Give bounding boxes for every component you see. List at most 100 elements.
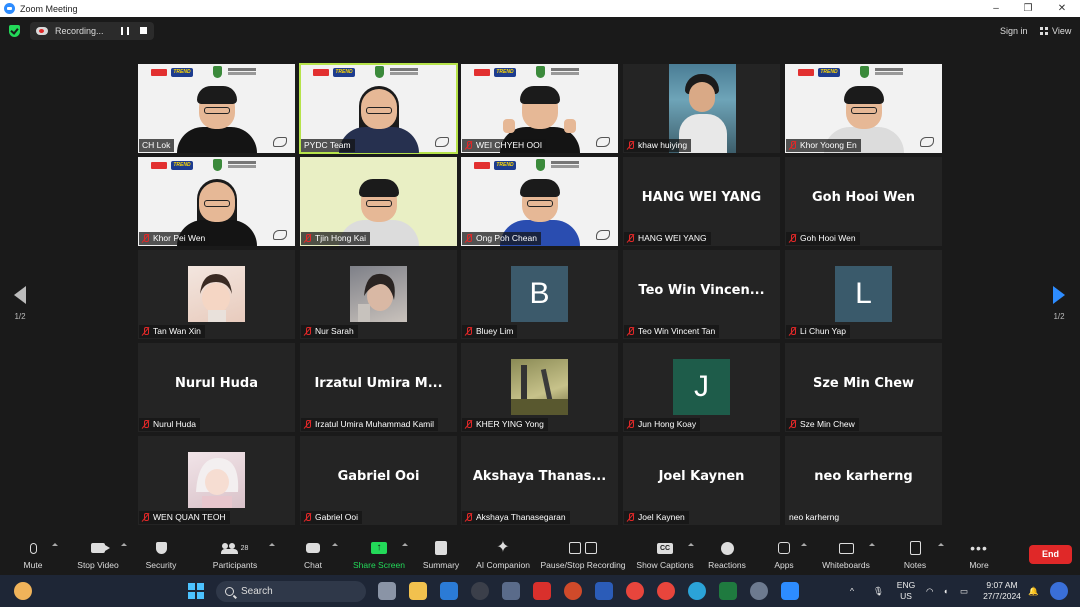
- event-banner: TREND: [461, 64, 618, 84]
- participant-tile-khor-yoong-en[interactable]: TREND Khor Yoong En: [785, 64, 942, 153]
- participant-name: KHER YING Yong: [462, 418, 548, 431]
- participant-tile-goh-hooi-wen[interactable]: Goh Hooi Wen Goh Hooi Wen: [785, 157, 942, 246]
- participant-tile-kher-ying-yong[interactable]: KHER YING Yong: [461, 343, 618, 432]
- participant-tile-gabriel-ooi[interactable]: Gabriel Ooi Gabriel Ooi: [300, 436, 457, 525]
- event-banner: TREND: [138, 64, 295, 84]
- mute-options-caret[interactable]: [52, 543, 58, 546]
- participant-tile-khor-pei-wen[interactable]: TREND Khor Pei Wen: [138, 157, 295, 246]
- apps-button[interactable]: Apps: [771, 539, 797, 573]
- stop-recording-icon[interactable]: [140, 27, 147, 34]
- language-indicator[interactable]: ENG US: [893, 580, 919, 602]
- edge-icon[interactable]: [688, 582, 706, 600]
- participant-tile-hang-wei-yang[interactable]: HANG WEI YANG HANG WEI YANG: [623, 157, 780, 246]
- settings-gear-icon[interactable]: [750, 582, 768, 600]
- participant-tile-akshaya-thanasegaran[interactable]: Akshaya Thanas... Akshaya Thanasegaran: [461, 436, 618, 525]
- volume-icon[interactable]: ◖: [943, 586, 948, 597]
- chrome-icon[interactable]: [626, 582, 644, 600]
- participants-button[interactable]: 28 Participants: [209, 539, 261, 573]
- apps-options-caret[interactable]: [801, 543, 807, 546]
- maximize-button[interactable]: ❐: [1012, 0, 1044, 17]
- participant-tile-jun-hong-koay[interactable]: J Jun Hong Koay: [623, 343, 780, 432]
- participant-name: Tjin Hong Kai: [301, 232, 371, 245]
- encryption-shield-icon[interactable]: [9, 25, 20, 37]
- participant-display-name: neo karherng: [814, 469, 913, 484]
- end-meeting-button[interactable]: End: [1029, 545, 1072, 564]
- summary-button[interactable]: Summary: [421, 539, 461, 573]
- mute-button[interactable]: Mute: [19, 539, 47, 573]
- view-button[interactable]: View: [1040, 26, 1071, 36]
- file-explorer-icon[interactable]: [409, 582, 427, 600]
- powerpoint-icon[interactable]: [564, 582, 582, 600]
- battery-icon[interactable]: ▭: [960, 586, 968, 597]
- task-view-icon[interactable]: [378, 582, 396, 600]
- word-icon[interactable]: [595, 582, 613, 600]
- acrobat-icon[interactable]: [533, 582, 551, 600]
- copilot-icon[interactable]: [1050, 582, 1068, 600]
- prev-page-button[interactable]: 1/2: [8, 286, 32, 321]
- chrome-profile-icon[interactable]: [657, 582, 675, 600]
- participant-tile-bluey-lim[interactable]: B Bluey Lim: [461, 250, 618, 339]
- participant-name: PYDC Team: [301, 139, 355, 152]
- notes-button[interactable]: Notes: [901, 539, 929, 573]
- event-logo-mark: [273, 230, 287, 240]
- reactions-button[interactable]: Reactions: [707, 539, 747, 573]
- participant-tile-khaw-huiying[interactable]: khaw huiying: [623, 64, 780, 153]
- participant-tile-li-chun-yap[interactable]: L Li Chun Yap: [785, 250, 942, 339]
- close-button[interactable]: ✕: [1046, 0, 1078, 17]
- participant-tile-nurul-huda[interactable]: Nurul Huda Nurul Huda: [138, 343, 295, 432]
- sign-in-link[interactable]: Sign in: [1000, 26, 1028, 36]
- participant-tile-wen-quan-teoh[interactable]: WEN QUAN TEOH: [138, 436, 295, 525]
- microphone-tray-icon[interactable]: 🎙: [873, 586, 884, 597]
- pause-stop-recording-button[interactable]: Pause/Stop Recording: [540, 539, 626, 573]
- security-button[interactable]: Security: [142, 539, 180, 573]
- participant-tile-pydc-team[interactable]: TREND PYDC Team: [299, 63, 458, 154]
- participant-tile-tan-wan-xin[interactable]: Tan Wan Xin: [138, 250, 295, 339]
- system-clock[interactable]: 9:07 AM 27/7/2024: [978, 580, 1026, 602]
- more-button[interactable]: ••• More: [965, 539, 993, 573]
- wifi-icon[interactable]: ◠: [926, 586, 933, 597]
- share-options-caret[interactable]: [402, 543, 408, 546]
- captions-options-caret[interactable]: [688, 543, 694, 546]
- whiteboards-button[interactable]: Whiteboards: [820, 539, 872, 573]
- participant-tile-ong-poh-chean[interactable]: TREND Ong Poh Chean: [461, 157, 618, 246]
- mic-muted-icon: [304, 513, 311, 522]
- participants-options-caret[interactable]: [269, 543, 275, 546]
- stop-video-button[interactable]: Stop Video: [74, 539, 122, 573]
- notepad-icon[interactable]: [440, 582, 458, 600]
- participant-tile-sze-min-chew[interactable]: Sze Min Chew Sze Min Chew: [785, 343, 942, 432]
- mic-muted-icon: [465, 420, 472, 429]
- notes-options-caret[interactable]: [938, 543, 944, 546]
- media-player-icon[interactable]: [471, 582, 489, 600]
- pause-recording-icon[interactable]: [121, 27, 129, 35]
- participant-tile-nur-sarah[interactable]: Nur Sarah: [300, 250, 457, 339]
- event-logo-mark: [273, 137, 287, 147]
- share-screen-button[interactable]: ↑ Share Screen: [352, 539, 406, 573]
- participant-tile-ch-lok[interactable]: TREND CH Lok: [138, 64, 295, 153]
- taskbar-search[interactable]: Search: [216, 581, 366, 602]
- chevron-up-icon[interactable]: ^: [850, 586, 854, 597]
- profile-picture: [188, 452, 245, 508]
- minimize-button[interactable]: –: [980, 0, 1012, 17]
- notification-bell-icon[interactable]: 🔔: [1028, 586, 1039, 597]
- participant-tile-joel-kaynen[interactable]: Joel Kaynen Joel Kaynen: [623, 436, 780, 525]
- participant-tile-teo-win-vincent-tan[interactable]: Teo Win Vincen... Teo Win Vincent Tan: [623, 250, 780, 339]
- participant-display-name: HANG WEI YANG: [641, 190, 762, 205]
- chat-button[interactable]: Chat: [298, 539, 328, 573]
- show-captions-button[interactable]: CC Show Captions: [636, 539, 694, 573]
- whiteboards-options-caret[interactable]: [869, 543, 875, 546]
- ai-companion-button[interactable]: ✦ AI Companion: [474, 539, 532, 573]
- participant-tile-neo-karherng[interactable]: neo karherng neo karherng: [785, 436, 942, 525]
- excel-icon[interactable]: [719, 582, 737, 600]
- event-banner: TREND: [785, 64, 942, 84]
- weather-widget-icon[interactable]: [14, 582, 32, 600]
- participant-tile-irzatul-umira[interactable]: Irzatul Umira M... Irzatul Umira Muhamma…: [300, 343, 457, 432]
- participant-tile-tjin-hong-kai[interactable]: Tjin Hong Kai: [300, 157, 457, 246]
- calculator-icon[interactable]: [502, 582, 520, 600]
- participant-tile-wei-chyeh-ooi[interactable]: TREND WEI CHYEH OOI: [461, 64, 618, 153]
- participant-name: WEI CHYEH OOI: [462, 139, 547, 152]
- zoom-taskbar-icon[interactable]: [781, 582, 799, 600]
- chat-options-caret[interactable]: [332, 543, 338, 546]
- video-options-caret[interactable]: [121, 543, 127, 546]
- windows-start-icon[interactable]: [188, 583, 204, 599]
- next-page-button[interactable]: 1/2: [1047, 286, 1071, 321]
